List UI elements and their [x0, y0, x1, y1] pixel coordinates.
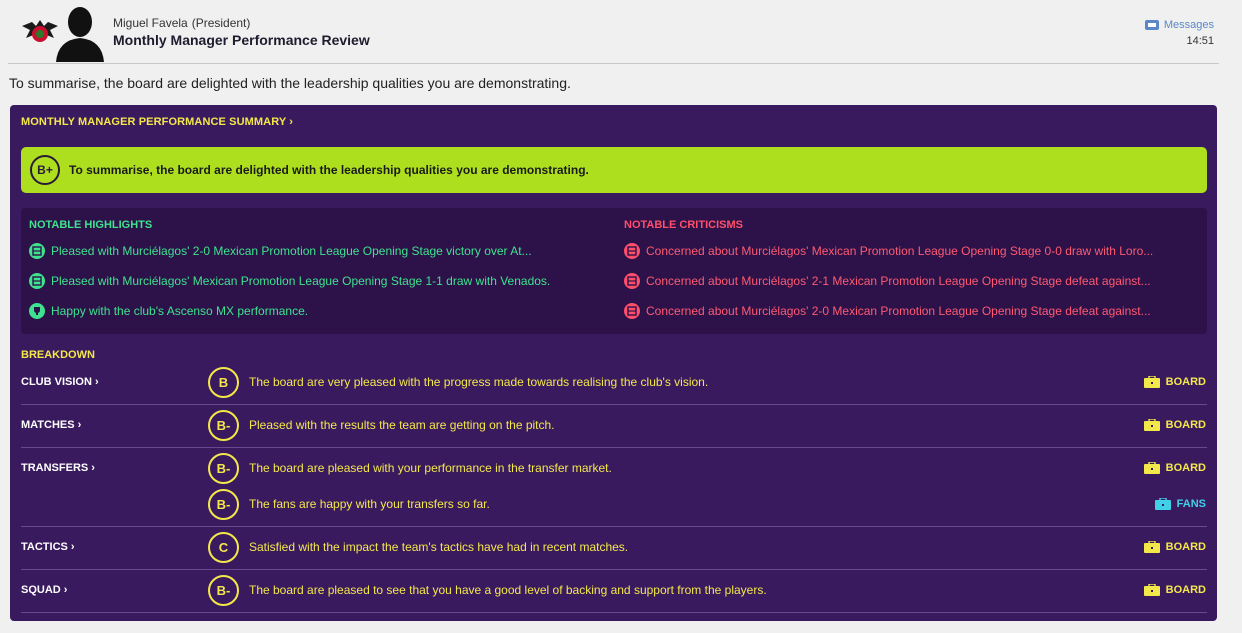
briefcase-icon — [1143, 462, 1160, 474]
row-label[interactable]: MATCHES — [21, 419, 75, 431]
briefcase-icon — [1143, 419, 1160, 431]
board-tag: BOARD — [1143, 541, 1206, 553]
tactics-link[interactable]: TACTICS › — [21, 541, 75, 553]
avatar — [56, 7, 104, 62]
criticism-text[interactable]: Concerned about Murciélagos' Mexican Pro… — [646, 244, 1153, 258]
transfers-link[interactable]: TRANSFERS › — [21, 462, 95, 474]
match-icon — [624, 243, 640, 259]
summary-bar: B+ To summarise, the board are delighted… — [21, 147, 1207, 193]
match-icon — [29, 273, 45, 289]
match-icon — [624, 273, 640, 289]
chevron-right-icon: › — [77, 419, 82, 431]
summary-grade-badge: B+ — [30, 155, 60, 185]
highlights-title: NOTABLE HIGHLIGHTS — [29, 219, 153, 231]
message-intro: To summarise, the board are delighted wi… — [9, 75, 571, 91]
criticisms-title: NOTABLE CRITICISMS — [624, 219, 743, 231]
briefcase-icon — [1154, 498, 1171, 510]
grade-badge: B — [208, 367, 239, 398]
message-subject: Monthly Manager Performance Review — [113, 32, 370, 48]
chevron-right-icon: › — [91, 462, 95, 474]
message-time: 14:51 — [1186, 35, 1214, 47]
grade-badge: C — [208, 532, 239, 563]
messages-link[interactable]: Messages — [1144, 19, 1214, 31]
row-label[interactable]: SQUAD — [21, 584, 61, 596]
row-text: The board are pleased with your performa… — [249, 461, 612, 475]
club-vision-link[interactable]: CLUB VISION › — [21, 376, 99, 388]
criticism-item[interactable]: Concerned about Murciélagos' Mexican Pro… — [624, 242, 1153, 260]
message-icon — [1144, 20, 1159, 30]
grade-badge: B- — [208, 575, 239, 606]
chevron-right-icon: › — [94, 376, 99, 388]
sender: Miguel Favela (President) — [113, 16, 250, 30]
chevron-right-icon: › — [63, 584, 68, 596]
tag-label: BOARD — [1165, 419, 1206, 431]
highlight-item[interactable]: Pleased with Murciélagos' Mexican Promot… — [29, 272, 550, 290]
highlight-item[interactable]: Pleased with Murciélagos' 2-0 Mexican Pr… — [29, 242, 532, 260]
match-icon — [624, 303, 640, 319]
highlight-text[interactable]: Happy with the club's Ascenso MX perform… — [51, 304, 308, 318]
board-tag: BOARD — [1143, 419, 1206, 431]
row-label[interactable]: TRANSFERS — [21, 462, 88, 474]
row-text: The fans are happy with your transfers s… — [249, 497, 490, 511]
highlight-text[interactable]: Pleased with Murciélagos' 2-0 Mexican Pr… — [51, 244, 532, 258]
message-header: Miguel Favela (President) Monthly Manager… — [0, 0, 1242, 64]
highlight-text[interactable]: Pleased with Murciélagos' Mexican Promot… — [51, 274, 550, 288]
row-divider — [21, 404, 1207, 405]
row-divider — [21, 569, 1207, 570]
criticism-text[interactable]: Concerned about Murciélagos' 2-0 Mexican… — [646, 304, 1151, 318]
criticism-item[interactable]: Concerned about Murciélagos' 2-1 Mexican… — [624, 272, 1151, 290]
header-divider — [8, 63, 1219, 64]
board-tag: BOARD — [1143, 584, 1206, 596]
summary-title-link[interactable]: MONTHLY MANAGER PERFORMANCE SUMMARY › — [21, 116, 293, 128]
match-icon — [29, 243, 45, 259]
grade-badge: B- — [208, 489, 239, 520]
matches-link[interactable]: MATCHES › — [21, 419, 81, 431]
row-divider — [21, 526, 1207, 527]
tag-label: BOARD — [1165, 462, 1206, 474]
briefcase-icon — [1143, 541, 1160, 553]
tag-label: BOARD — [1165, 541, 1206, 553]
breakdown-title: BREAKDOWN — [21, 349, 95, 361]
criticism-item[interactable]: Concerned about Murciélagos' 2-0 Mexican… — [624, 302, 1151, 320]
summary-title[interactable]: MONTHLY MANAGER PERFORMANCE SUMMARY — [21, 116, 286, 128]
row-label[interactable]: TACTICS — [21, 541, 68, 553]
sender-role: (President) — [191, 16, 251, 30]
criticism-text[interactable]: Concerned about Murciélagos' 2-1 Mexican… — [646, 274, 1151, 288]
row-divider — [21, 447, 1207, 448]
board-tag: BOARD — [1143, 376, 1206, 388]
briefcase-icon — [1143, 584, 1160, 596]
messages-label[interactable]: Messages — [1164, 19, 1214, 31]
board-tag: BOARD — [1143, 462, 1206, 474]
row-divider — [21, 612, 1207, 613]
chevron-right-icon: › — [289, 116, 293, 128]
sender-name[interactable]: Miguel Favela — [113, 16, 188, 30]
tag-label: BOARD — [1165, 584, 1206, 596]
row-text: The board are pleased to see that you ha… — [249, 583, 767, 597]
row-text: Satisfied with the impact the team's tac… — [249, 540, 629, 554]
row-text: Pleased with the results the team are ge… — [249, 418, 555, 432]
row-text: The board are very pleased with the prog… — [249, 375, 709, 389]
grade-badge: B- — [208, 410, 239, 441]
summary-text: To summarise, the board are delighted wi… — [69, 163, 589, 177]
squad-link[interactable]: SQUAD › — [21, 584, 67, 596]
notes-box: NOTABLE HIGHLIGHTS Pleased with Murciéla… — [21, 208, 1207, 334]
trophy-icon — [29, 303, 45, 319]
row-label[interactable]: CLUB VISION — [21, 376, 92, 388]
fans-tag: FANS — [1154, 498, 1206, 510]
highlight-item[interactable]: Happy with the club's Ascenso MX perform… — [29, 302, 308, 320]
chevron-right-icon: › — [70, 541, 75, 553]
tag-label: BOARD — [1165, 376, 1206, 388]
tag-label: FANS — [1176, 498, 1206, 510]
performance-summary-panel: MONTHLY MANAGER PERFORMANCE SUMMARY › B+… — [10, 105, 1217, 621]
grade-badge: B- — [208, 453, 239, 484]
briefcase-icon — [1143, 376, 1160, 388]
